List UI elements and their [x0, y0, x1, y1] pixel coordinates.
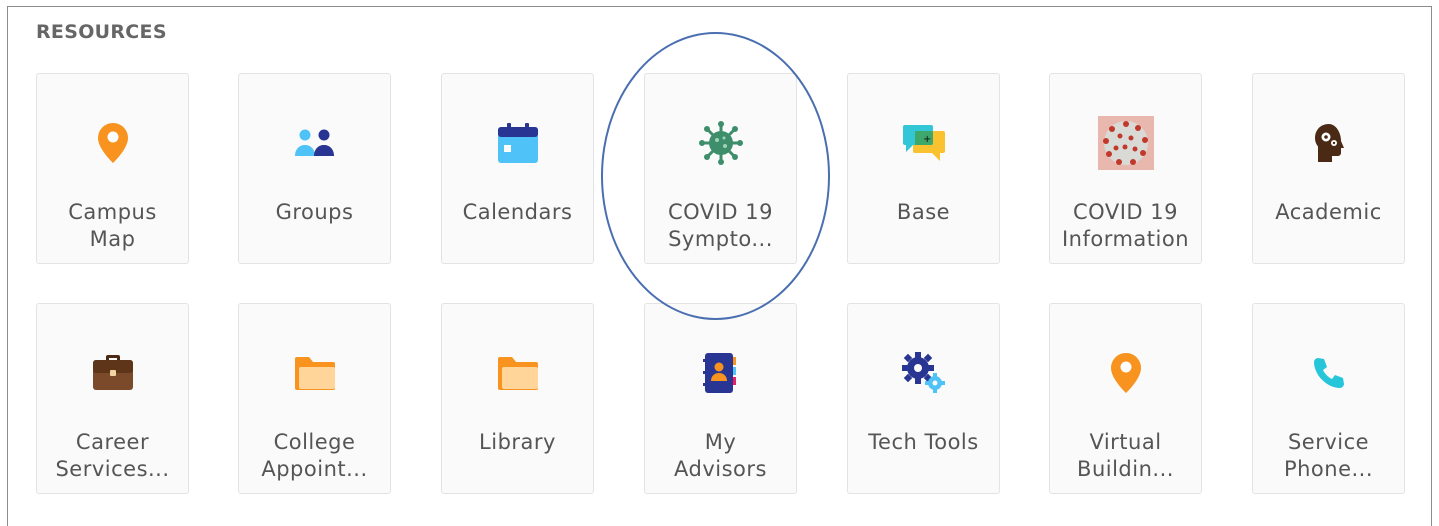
tile-label: Library	[479, 430, 556, 454]
tile-my-advisors[interactable]: My Advisors	[644, 303, 797, 494]
tile-calendars[interactable]: Calendars	[441, 73, 594, 264]
map-pin-icon	[1050, 346, 1201, 400]
tile-library[interactable]: Library	[441, 303, 594, 494]
tile-label: Career Services...	[55, 430, 170, 481]
tile-label: Service Phone...	[1283, 430, 1374, 481]
tile-label: Academic	[1275, 200, 1382, 224]
tile-college-appointments[interactable]: College Appoint...	[238, 303, 391, 494]
chat-bubbles-icon: +	[848, 116, 999, 170]
tile-tech-tools[interactable]: Tech Tools	[847, 303, 1000, 494]
virus-photo-icon	[1050, 116, 1201, 170]
virus-icon	[645, 116, 796, 170]
section-title: RESOURCES	[36, 21, 167, 43]
gears-icon	[848, 346, 999, 400]
tile-covid-information[interactable]: COVID 19 Information	[1049, 73, 1202, 264]
tile-service-phone[interactable]: Service Phone...	[1252, 303, 1405, 494]
phone-icon	[1253, 346, 1404, 400]
tile-label: Tech Tools	[868, 430, 979, 454]
tile-base[interactable]: + Base	[847, 73, 1000, 264]
tile-label: College Appoint...	[261, 430, 368, 481]
tile-label: Campus Map	[68, 200, 157, 251]
tile-label: Groups	[275, 200, 354, 224]
tile-label: Virtual Buildin...	[1077, 430, 1174, 481]
tile-label: Calendars	[462, 200, 573, 224]
tile-groups[interactable]: Groups	[238, 73, 391, 264]
svg-text:+: +	[923, 134, 931, 145]
calendar-icon	[442, 116, 593, 170]
head-gears-icon	[1253, 116, 1404, 170]
tile-campus-map[interactable]: Campus Map	[36, 73, 189, 264]
tile-label: Base	[896, 200, 951, 224]
briefcase-icon	[37, 346, 188, 400]
people-icon	[239, 116, 390, 170]
map-pin-icon	[37, 116, 188, 170]
tile-label: My Advisors	[674, 430, 767, 481]
tile-career-services[interactable]: Career Services...	[36, 303, 189, 494]
tile-virtual-building[interactable]: Virtual Buildin...	[1049, 303, 1202, 494]
folder-icon	[239, 346, 390, 400]
folder-icon	[442, 346, 593, 400]
tile-covid-symptoms[interactable]: COVID 19 Sympto...	[644, 73, 797, 264]
address-book-icon	[645, 346, 796, 400]
tile-label: COVID 19 Information	[1061, 200, 1190, 251]
tile-academic[interactable]: Academic	[1252, 73, 1405, 264]
tile-label: COVID 19 Sympto...	[668, 200, 773, 251]
